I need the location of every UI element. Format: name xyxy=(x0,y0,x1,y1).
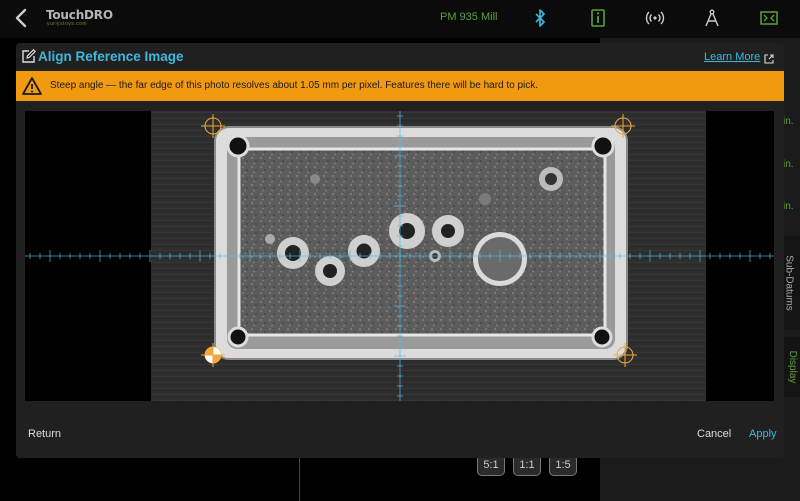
brand-subtitle: yuriystoys.com xyxy=(47,21,88,27)
bluetooth-icon[interactable] xyxy=(530,8,550,28)
back-arrow-icon[interactable] xyxy=(12,7,32,29)
reference-image-canvas[interactable] xyxy=(25,111,774,401)
tab-label: Sub-Datums xyxy=(783,255,795,311)
learn-more-link[interactable]: Learn More xyxy=(704,51,760,63)
dialog-title: Align Reference Image xyxy=(38,49,184,64)
warning-text: Steep angle — the far edge of this photo… xyxy=(50,80,539,91)
broadcast-icon[interactable] xyxy=(645,8,665,28)
compass-icon[interactable] xyxy=(702,8,722,28)
warning-icon xyxy=(22,76,42,96)
brand-logo: TouchDRO yuriystoys.com xyxy=(46,8,116,28)
unit-label: in. xyxy=(783,116,794,127)
external-link-icon[interactable] xyxy=(764,51,774,64)
tab-label: Display xyxy=(786,350,798,384)
reference-image-viewer[interactable] xyxy=(25,111,774,401)
unit-label: in. xyxy=(783,159,794,170)
dialog-header: Align Reference Image Learn More xyxy=(16,43,784,71)
fullscreen-icon[interactable] xyxy=(759,8,779,28)
machine-name[interactable]: PM 935 Mill xyxy=(440,11,497,23)
edit-icon xyxy=(21,48,37,64)
info-icon[interactable] xyxy=(588,8,608,28)
align-reference-dialog: Align Reference Image Learn More Steep a… xyxy=(16,43,784,458)
return-button[interactable]: Return xyxy=(28,428,61,440)
brand-name: TouchDRO xyxy=(46,8,113,22)
tab-sub-datums[interactable]: Sub-Datums xyxy=(783,236,800,330)
apply-button[interactable]: Apply xyxy=(749,428,777,440)
warning-banner: Steep angle — the far edge of this photo… xyxy=(16,71,784,101)
tab-display[interactable]: Display xyxy=(783,337,800,397)
unit-label: in. xyxy=(783,201,794,212)
cancel-button[interactable]: Cancel xyxy=(697,428,731,440)
background-axis-line xyxy=(299,456,300,501)
top-bar: TouchDRO yuriystoys.com PM 935 Mill xyxy=(0,0,800,38)
